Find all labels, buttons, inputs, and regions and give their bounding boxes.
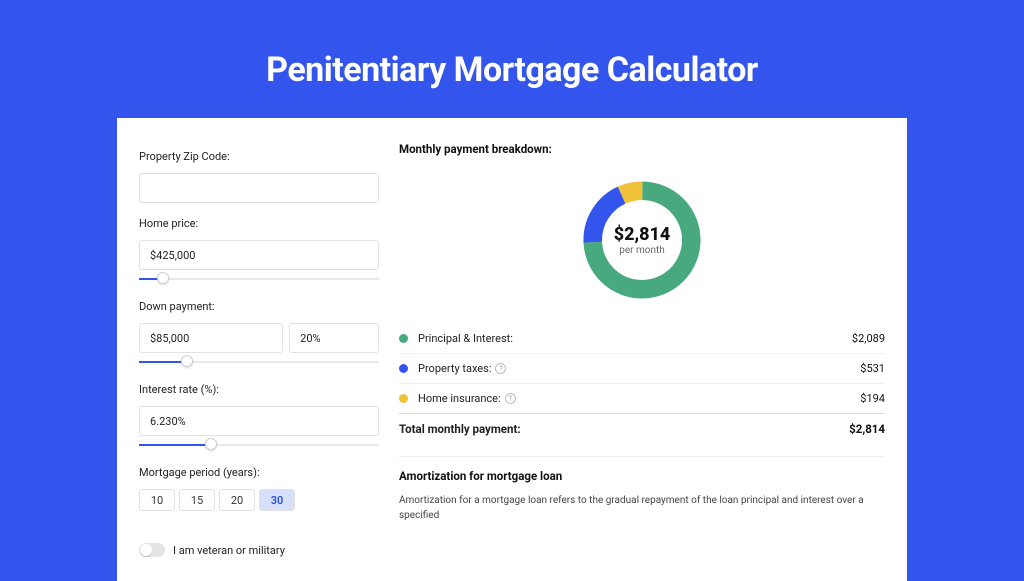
dot-insurance: [399, 394, 408, 403]
price-input[interactable]: [139, 240, 379, 270]
price-label: Home price:: [139, 217, 379, 230]
dot-principal: [399, 334, 408, 343]
total-value: $2,814: [849, 422, 885, 436]
legend-row-total: Total monthly payment: $2,814: [399, 413, 885, 444]
breakdown-column: Monthly payment breakdown: $2,814 per mo…: [399, 142, 885, 557]
donut-chart: $2,814 per month: [399, 170, 885, 310]
zip-input[interactable]: [139, 173, 379, 203]
breakdown-title: Monthly payment breakdown:: [399, 142, 885, 156]
veteran-toggle[interactable]: [139, 543, 165, 557]
rate-slider-fill: [139, 444, 211, 446]
period-btn-30[interactable]: 30: [259, 489, 295, 511]
price-slider[interactable]: [139, 274, 379, 286]
price-slider-thumb[interactable]: [157, 272, 169, 284]
info-icon[interactable]: ?: [505, 393, 516, 404]
rate-slider-thumb[interactable]: [205, 438, 217, 450]
legend-label-taxes: Property taxes:?: [418, 362, 860, 375]
rate-input[interactable]: [139, 406, 379, 436]
rate-slider[interactable]: [139, 440, 379, 452]
page-title: Penitentiary Mortgage Calculator: [266, 50, 758, 90]
legend-val-taxes: $531: [860, 362, 885, 375]
donut-center: $2,814 per month: [614, 224, 671, 256]
info-icon[interactable]: ?: [495, 363, 506, 374]
legend-val-insurance: $194: [860, 392, 885, 405]
amortization-section: Amortization for mortgage loan Amortizat…: [399, 456, 885, 523]
amort-title: Amortization for mortgage loan: [399, 469, 885, 483]
dot-taxes: [399, 364, 408, 373]
rate-label: Interest rate (%):: [139, 383, 379, 396]
legend-row-principal: Principal & Interest: $2,089: [399, 324, 885, 353]
period-label: Mortgage period (years):: [139, 466, 379, 479]
down-slider[interactable]: [139, 357, 379, 369]
down-amount-input[interactable]: [139, 323, 283, 353]
down-slider-fill: [139, 361, 187, 363]
legend-row-taxes: Property taxes:? $531: [399, 353, 885, 383]
period-btn-20[interactable]: 20: [219, 489, 255, 511]
legend: Principal & Interest: $2,089 Property ta…: [399, 324, 885, 444]
form-column: Property Zip Code: Home price: Down paym…: [139, 142, 379, 557]
donut-sub: per month: [614, 245, 671, 256]
veteran-label: I am veteran or military: [173, 544, 285, 557]
zip-label: Property Zip Code:: [139, 150, 379, 163]
donut-amount: $2,814: [614, 224, 671, 245]
legend-label-principal: Principal & Interest:: [418, 332, 852, 345]
amort-text: Amortization for a mortgage loan refers …: [399, 493, 885, 523]
period-btn-10[interactable]: 10: [139, 489, 175, 511]
down-percent-input[interactable]: [289, 323, 379, 353]
legend-val-principal: $2,089: [852, 332, 885, 345]
legend-label-insurance: Home insurance:?: [418, 392, 860, 405]
period-btn-15[interactable]: 15: [179, 489, 215, 511]
toggle-knob: [140, 544, 152, 556]
period-group: 10 15 20 30: [139, 489, 379, 511]
down-slider-thumb[interactable]: [181, 355, 193, 367]
total-label: Total monthly payment:: [399, 422, 849, 436]
down-label: Down payment:: [139, 300, 379, 313]
legend-row-insurance: Home insurance:? $194: [399, 383, 885, 413]
